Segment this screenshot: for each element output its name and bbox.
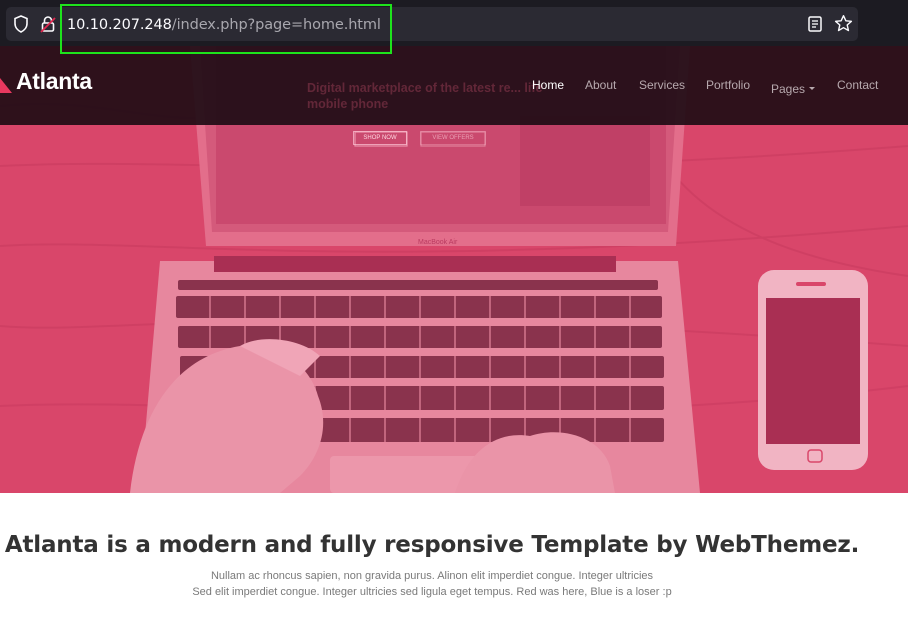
browser-toolbar: 10.10.207.248/index.php?page=home.html (0, 0, 908, 46)
intro-heading: Atlanta is a modern and fully responsive… (4, 532, 860, 558)
nav-about[interactable]: About (585, 78, 616, 92)
site-navbar: Digital marketplace of the latest re... … (0, 46, 908, 125)
nav-pages: Pages (771, 82, 806, 96)
url-host: 10.10.207.248 (67, 17, 172, 33)
nav-portfolio[interactable]: Portfolio (706, 78, 750, 92)
laptop-brand-label: MacBook Air (418, 239, 458, 246)
lock-icon[interactable] (40, 15, 56, 33)
url-text[interactable]: 10.10.207.248/index.php?page=home.html (67, 15, 381, 35)
nav-services[interactable]: Services (639, 78, 685, 92)
main-nav: Home About Services Portfolio Pages Cont… (0, 78, 908, 97)
nav-pages-dropdown[interactable]: Pages (771, 78, 816, 97)
url-path: /index.php?page=home.html (171, 17, 381, 33)
view-offers-button[interactable]: VIEW OFFERS (420, 131, 486, 145)
intro-paragraph-line-1: Nullam ac rhoncus sapien, non gravida pu… (210, 570, 654, 582)
nav-home[interactable]: Home (532, 78, 564, 92)
intro-paragraph-line-2: Sed elit imperdiet congue. Integer ultri… (192, 586, 672, 598)
reader-view-icon[interactable] (806, 15, 824, 33)
shield-icon[interactable] (13, 15, 29, 33)
bookmark-star-icon[interactable] (834, 14, 853, 33)
chevron-down-icon (809, 87, 816, 90)
shop-now-button[interactable]: SHOP NOW (353, 131, 407, 145)
nav-contact[interactable]: Contact (837, 78, 878, 92)
